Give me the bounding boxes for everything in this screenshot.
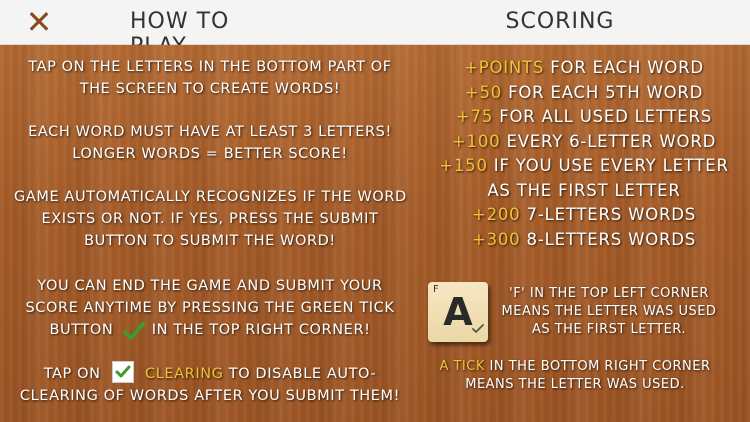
tick-highlight: A TICK <box>439 359 485 374</box>
instruction-line: EACH WORD MUST HAVE AT LEAST 3 LETTERS! <box>28 124 392 140</box>
instruction-line: LONGER WORDS = BETTER SCORE! <box>72 146 348 162</box>
tile-explanation-line: A TICK IN THE BOTTOM RIGHT CORNER <box>430 358 720 376</box>
instruction-line: GAME AUTOMATICALLY RECOGNIZES IF THE WOR… <box>14 189 407 205</box>
instruction-auto-recognize: GAME AUTOMATICALLY RECOGNIZES IF THE WOR… <box>14 186 406 252</box>
score-points: +POINTS <box>464 58 545 77</box>
tile-explanation-text: IN THE BOTTOM RIGHT CORNER <box>489 359 711 374</box>
clearing-label: CLEARING <box>145 366 224 382</box>
score-points: +50 <box>464 82 503 102</box>
instruction-text: BUTTON <box>49 322 114 338</box>
instruction-line: TAP ON THE LETTERS IN THE BOTTOM PART OF <box>28 59 392 75</box>
checkbox-checked-icon <box>111 361 134 383</box>
top-bar: ✕ HOW TO PLAY SCORING <box>0 0 750 59</box>
instruction-line: YOU CAN END THE GAME AND SUBMIT YOUR <box>37 278 383 294</box>
tile-explanation-line: MEANS THE LETTER WAS USED. <box>465 377 685 392</box>
tile-f-explanation: 'F' IN THE TOP LEFT CORNER MEANS THE LET… <box>500 285 718 339</box>
score-rule: AS THE FIRST LETTER <box>418 179 750 204</box>
score-text: IF YOU USE EVERY LETTER <box>493 156 729 175</box>
score-rule: +POINTS FOR EACH WORD <box>418 56 750 81</box>
tile-tick-explanation: A TICK IN THE BOTTOM RIGHT CORNER MEANS … <box>430 358 720 394</box>
score-points: +75 <box>455 107 494 126</box>
score-points: +150 <box>439 156 488 175</box>
instruction-text: TO DISABLE AUTO- <box>228 366 377 382</box>
score-text: 8-LETTERS WORDS <box>526 229 697 249</box>
score-text: EVERY 6-LETTER WORD <box>506 131 717 151</box>
score-rule: +200 7-LETTERS WORDS <box>418 203 750 228</box>
score-text: 7-LETTERS WORDS <box>526 205 697 224</box>
instruction-line: BUTTON IN THE TOP RIGHT CORNER! <box>14 319 406 341</box>
score-rule: +300 8-LETTERS WORDS <box>418 228 750 253</box>
score-rule: +50 FOR EACH 5TH WORD <box>418 81 750 106</box>
score-rule: +75 FOR ALL USED LETTERS <box>418 105 750 130</box>
score-rule: +100 EVERY 6-LETTER WORD <box>418 130 750 155</box>
instruction-line: THE SCREEN TO CREATE WORDS! <box>79 81 341 97</box>
score-points: +200 <box>471 205 521 224</box>
close-icon[interactable]: ✕ <box>22 6 56 38</box>
instruction-line: BUTTON TO SUBMIT THE WORD! <box>84 233 336 249</box>
instruction-tap-letters: TAP ON THE LETTERS IN THE BOTTOM PART OF… <box>14 56 406 100</box>
instruction-min-letters: EACH WORD MUST HAVE AT LEAST 3 LETTERS! … <box>14 121 406 165</box>
score-text: FOR EACH 5TH WORD <box>508 82 704 102</box>
instruction-line: EXISTS OR NOT. IF YES, PRESS THE SUBMIT <box>41 211 379 227</box>
tile-tick-icon <box>472 319 484 338</box>
score-text: FOR ALL USED LETTERS <box>499 107 713 126</box>
instruction-line: TAP ON CLEARING TO DISABLE AUTO- <box>14 361 406 385</box>
tile-explanation-line: 'F' IN THE TOP LEFT CORNER <box>509 286 709 301</box>
instruction-line: CLEARING OF WORDS AFTER YOU SUBMIT THEM! <box>19 388 401 404</box>
score-rule: +150 IF YOU USE EVERY LETTER <box>418 154 750 179</box>
scoring-title: SCORING <box>505 9 615 34</box>
instruction-end-game: YOU CAN END THE GAME AND SUBMIT YOUR SCO… <box>14 275 406 341</box>
example-letter-tile: F A <box>428 282 488 342</box>
tile-explanation-line: MEANS THE LETTER WAS USED <box>501 304 717 319</box>
score-text: FOR EACH WORD <box>550 58 704 77</box>
score-points: +100 <box>451 131 501 151</box>
green-tick-icon <box>122 321 145 340</box>
instruction-text: TAP ON <box>43 366 101 382</box>
instruction-clearing: TAP ON CLEARING TO DISABLE AUTO- CLEARIN… <box>14 361 406 407</box>
score-text: AS THE FIRST LETTER <box>487 180 681 200</box>
instruction-text: IN THE TOP RIGHT CORNER! <box>151 322 371 338</box>
score-points: +300 <box>471 229 521 249</box>
instruction-line: SCORE ANYTIME BY PRESSING THE GREEN TICK <box>25 300 395 316</box>
tile-explanation-line: AS THE FIRST LETTER. <box>531 322 687 337</box>
